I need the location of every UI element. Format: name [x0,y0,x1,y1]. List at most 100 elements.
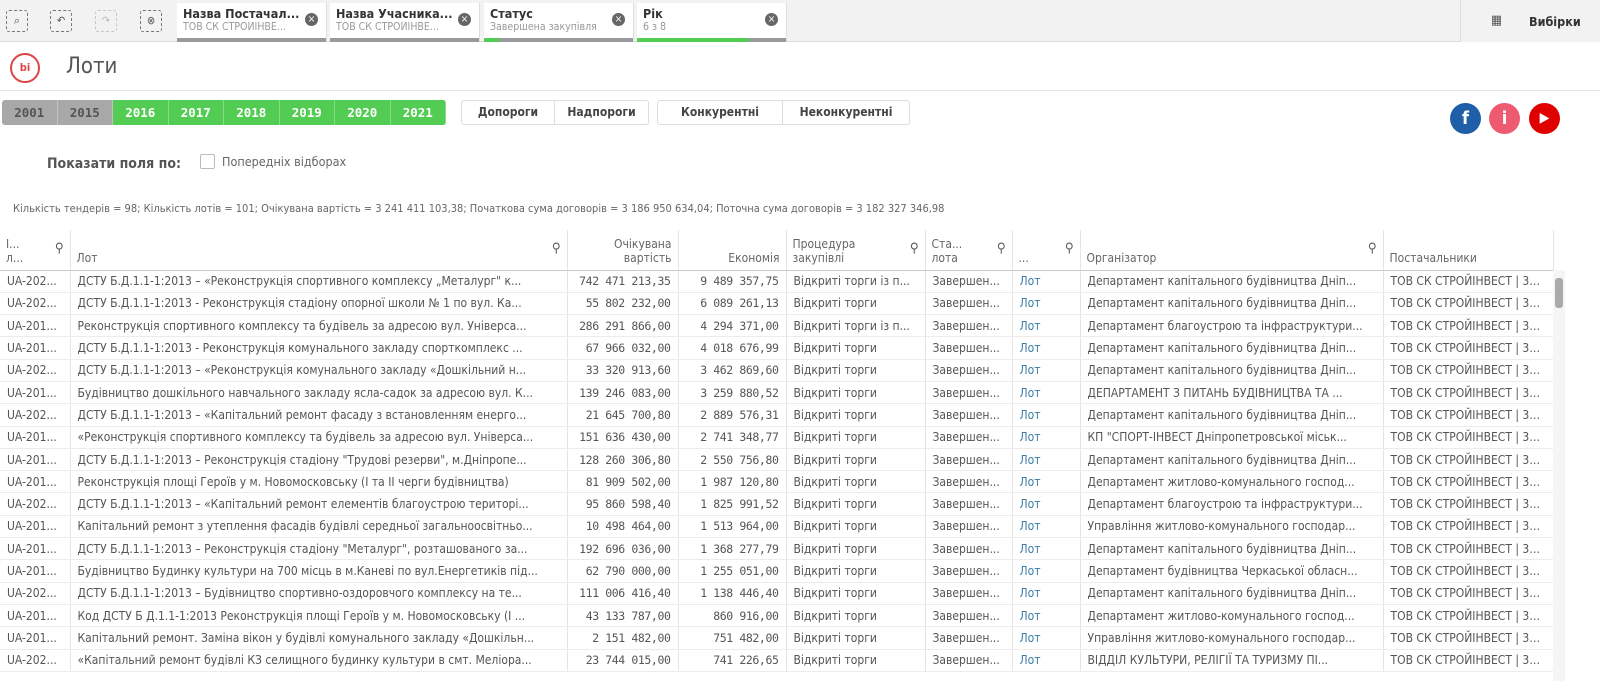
header-id[interactable]: І... л... ⚲ [0,230,71,271]
year-2016[interactable]: 2016 [113,100,169,125]
table-row[interactable]: UA-202... ДСТУ Б.Д.1.1-1:2013 - Реконстру… [0,292,1554,316]
table-row[interactable]: UA-202... ДСТУ Б.Д.1.1-1:2013 – «Реконстр… [0,359,1554,382]
cell-lot-status: Завершен... [925,492,1013,516]
table-row[interactable]: UA-201... Код ДСТУ Б Д.1.1-1:2013 Реконст… [0,604,1554,628]
clear-selections-icon[interactable]: ⊗ [140,10,162,32]
cell-link[interactable]: Лот [1012,426,1081,449]
header-label: Організатор [1086,250,1157,265]
cell-link[interactable]: Лот [1012,292,1081,316]
cell-id: UA-202... [0,270,71,293]
close-icon[interactable]: × [612,13,625,26]
cell-suppliers: ТОВ СК СТРОЙІНВЕСТ | 3908 [1383,515,1554,539]
above-threshold-button[interactable]: Надпороги [555,101,648,124]
cell-link[interactable]: Лот [1012,515,1081,539]
table-row[interactable]: UA-202... ДСТУ Б.Д.1.1-1:2013 – «Капіталь… [0,492,1554,516]
filter-chip[interactable]: Назва Учасника... ТОВ СК СТРОЙІНВЕ... × [330,3,480,42]
year-2021[interactable]: 2021 [390,100,446,125]
header-suppliers[interactable]: Постачальники [1383,230,1554,271]
cell-link[interactable]: Лот [1012,626,1081,650]
close-icon[interactable]: × [305,13,318,26]
cell-organizer: Департамент капітального будівництва Дні… [1080,582,1384,605]
cell-link[interactable]: Лот [1012,336,1081,360]
competitive-button[interactable]: Конкурентні [658,101,783,124]
filter-chip[interactable]: Рік 6 з 8 × [637,3,787,42]
table-row[interactable]: UA-201... Реконструкція площі Героїв у м.… [0,470,1554,494]
cell-lot-status: Завершен... [925,470,1013,494]
cell-organizer: Управління житлово-комунального господар… [1080,626,1384,650]
header-procedure[interactable]: Процедура закупівлі ⚲ [786,230,926,271]
cell-link[interactable]: Лот [1012,359,1081,382]
search-icon[interactable]: ⚲ [55,242,64,256]
table-row[interactable]: UA-202... ДСТУ Б.Д.1.1-1:2013 – Будівницт… [0,582,1554,605]
youtube-icon[interactable]: ▶ [1529,103,1560,134]
header-organizer[interactable]: Організатор ⚲ [1080,230,1384,271]
search-icon[interactable]: ⚲ [1368,242,1377,256]
filter-chip[interactable]: Назва Постачал... ТОВ СК СТРОЙІНВЕ... × [177,3,327,42]
cell-link[interactable]: Лот [1012,537,1081,561]
noncompetitive-button[interactable]: Неконкурентні [783,101,909,124]
selections-button[interactable]: ▦ Вибірки [1460,0,1600,42]
facebook-icon[interactable]: f [1450,103,1481,134]
step-back-icon[interactable]: ↶ [50,10,72,32]
year-2001[interactable]: 2001 [2,100,58,125]
header-label: Постачальники [1389,250,1477,265]
info-icon[interactable]: i [1489,103,1520,134]
cell-procedure: Відкриті торги [786,336,926,360]
cell-link[interactable]: Лот [1012,582,1081,605]
table-row[interactable]: UA-202... «Капітальний ремонт будівлі КЗ … [0,649,1554,672]
filter-chip[interactable]: Статус Завершена закупівля × [484,3,634,42]
table-row[interactable]: UA-201... Будівництво дошкільного навчаль… [0,381,1554,405]
table-row[interactable]: UA-201... Капітальний ремонт. Заміна віко… [0,626,1554,650]
year-2019[interactable]: 2019 [279,100,335,125]
year-2017[interactable]: 2017 [168,100,224,125]
close-icon[interactable]: × [765,13,778,26]
header-lot-status[interactable]: Ста... лота ⚲ [925,230,1013,271]
cell-expected-value: 67 966 032,00 [567,336,679,360]
year-2015[interactable]: 2015 [57,100,113,125]
search-icon[interactable]: ⚲ [910,242,919,256]
smart-search-icon[interactable]: ⌕ [6,10,28,32]
year-2020[interactable]: 2020 [335,100,391,125]
cell-link[interactable]: Лот [1012,270,1081,293]
table-row[interactable]: UA-201... ДСТУ Б.Д.1.1-1:2013 – Реконстру… [0,448,1554,472]
cell-link[interactable]: Лот [1012,470,1081,494]
cell-expected-value: 742 471 213,35 [567,270,679,293]
cell-link[interactable]: Лот [1012,448,1081,472]
cell-suppliers: ТОВ СК СТРОЙІНВЕСТ | 3908 [1383,381,1554,405]
table-row[interactable]: UA-201... «Реконструкція спортивного комп… [0,426,1554,449]
cell-id: UA-202... [0,649,71,672]
scrollbar-thumb[interactable] [1555,278,1563,308]
cell-organizer: ВІДДІЛ КУЛЬТУРИ, РЕЛІГІЇ ТА ТУРИЗМУ ПІ..… [1080,649,1384,672]
cell-link[interactable]: Лот [1012,492,1081,516]
cell-link[interactable]: Лот [1012,604,1081,628]
cell-link[interactable]: Лот [1012,559,1081,583]
header-savings[interactable]: Економія [678,230,787,271]
cell-id: UA-202... [0,582,71,605]
search-icon[interactable]: ⚲ [1065,242,1074,256]
previous-selections-label[interactable]: Попередніх відборах [222,154,346,169]
table-row[interactable]: UA-201... ДСТУ Б.Д.1.1-1:2013 – Реконстру… [0,537,1554,561]
previous-selections-checkbox[interactable] [200,154,215,169]
table-row[interactable]: UA-202... ДСТУ Б.Д.1.1-1:2013 – «Капіталь… [0,403,1554,427]
cell-lot-status: Завершен... [925,448,1013,472]
below-threshold-button[interactable]: Допороги [462,101,555,124]
search-icon[interactable]: ⚲ [997,242,1006,256]
cell-link[interactable]: Лот [1012,381,1081,405]
search-icon[interactable]: ⚲ [552,242,561,256]
cell-link[interactable]: Лот [1012,314,1081,338]
step-forward-icon[interactable]: ↷ [95,10,117,32]
table-row[interactable]: UA-201... ДСТУ Б.Д.1.1-1:2013 - Реконстру… [0,336,1554,360]
header-link[interactable]: ... ⚲ [1012,230,1081,271]
year-2018[interactable]: 2018 [224,100,280,125]
cell-link[interactable]: Лот [1012,649,1081,672]
table-row[interactable]: UA-201... Капітальний ремонт з утеплення … [0,515,1554,539]
table-row[interactable]: UA-201... Реконструкція спортивного компл… [0,314,1554,338]
cell-link[interactable]: Лот [1012,403,1081,427]
table-scrollbar[interactable] [1553,270,1565,681]
table-row[interactable]: UA-201... Будівництво Будинку культури на… [0,559,1554,583]
close-icon[interactable]: × [458,13,471,26]
header-label: Економія [728,250,780,265]
table-row[interactable]: UA-202... ДСТУ Б.Д.1.1-1:2013 – «Реконстр… [0,270,1554,293]
header-lot[interactable]: Лот ⚲ [70,230,568,271]
header-expected-value[interactable]: Очікувана вартість [567,230,679,271]
